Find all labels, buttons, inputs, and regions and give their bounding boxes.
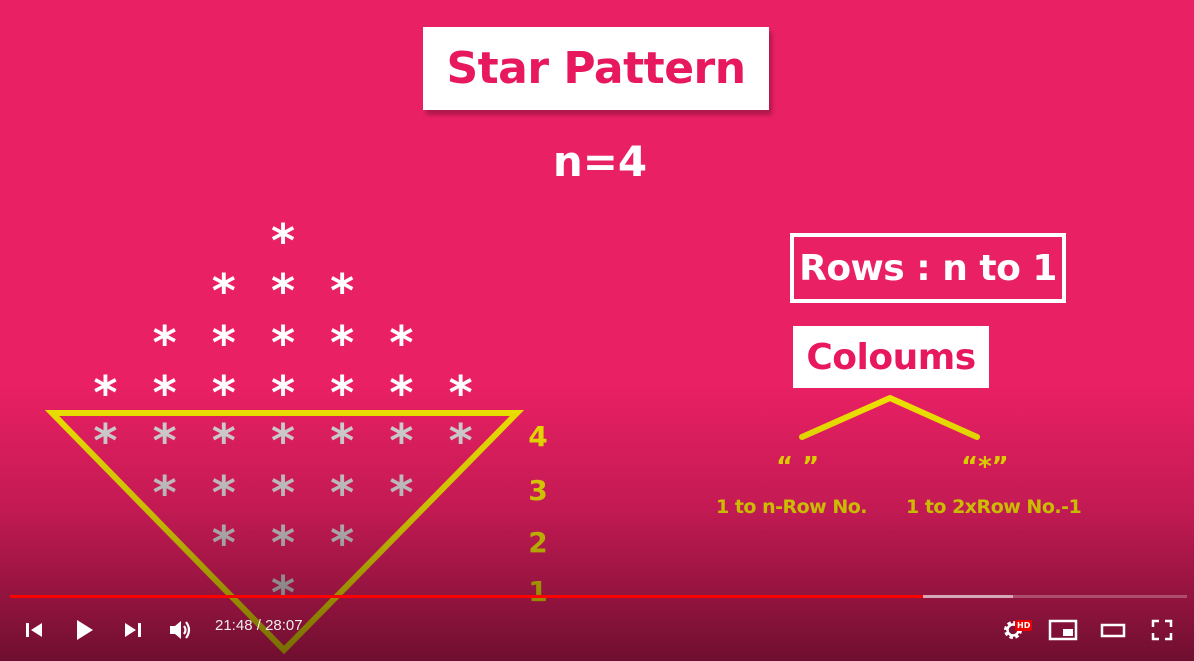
volume-button[interactable] bbox=[162, 610, 202, 650]
volume-icon bbox=[170, 621, 191, 639]
upper-pyramid-star: * bbox=[93, 366, 118, 420]
lower-pyramid-star: * bbox=[270, 466, 296, 520]
current-time: 21:48 bbox=[215, 617, 253, 634]
hd-badge: HD bbox=[1015, 620, 1033, 631]
lower-pyramid-star: * bbox=[330, 414, 355, 468]
upper-pyramid-star: * bbox=[389, 366, 414, 420]
lower-pyramid-star: * bbox=[330, 466, 355, 520]
upper-pyramid-star: * bbox=[270, 264, 296, 318]
upper-pyramid-star: * bbox=[330, 264, 355, 318]
next-icon bbox=[125, 623, 141, 637]
play-button[interactable] bbox=[64, 610, 104, 650]
lower-pyramid-star: * bbox=[389, 466, 414, 520]
upper-pyramid-star: * bbox=[152, 316, 177, 370]
lower-pyramid-star: * bbox=[152, 466, 177, 520]
lower-pyramid-star: * bbox=[270, 516, 296, 570]
star-pattern: * * * * * * * * * * * * * * * * * * * * * * * * * * * * * * * * bbox=[0, 0, 1194, 661]
upper-pyramid-star: * bbox=[152, 366, 177, 420]
theater-mode-button[interactable] bbox=[1093, 610, 1133, 650]
lower-pyramid-star: * bbox=[389, 414, 414, 468]
lower-pyramid-star: * bbox=[211, 414, 236, 468]
lower-pyramid-star: * bbox=[448, 414, 473, 468]
upper-pyramid-star: * bbox=[211, 316, 236, 370]
fullscreen-button[interactable] bbox=[1142, 610, 1182, 650]
time-display: 21:48 / 28:07 bbox=[215, 617, 303, 634]
played-bar bbox=[10, 595, 924, 598]
miniplayer-icon bbox=[1048, 619, 1078, 641]
lower-pyramid-star: * bbox=[152, 414, 177, 468]
theater-icon bbox=[1100, 623, 1126, 638]
upper-pyramid-star: * bbox=[211, 264, 236, 318]
lower-pyramid-star: * bbox=[93, 414, 118, 468]
previous-icon bbox=[26, 623, 42, 637]
upper-pyramid-star: * bbox=[389, 316, 414, 370]
upper-pyramid-star: * bbox=[330, 316, 355, 370]
video-player[interactable]: Star Pattern n=4 Rows : n to 1 Coloums “… bbox=[0, 0, 1194, 661]
next-button[interactable] bbox=[113, 610, 153, 650]
lower-pyramid-star: * bbox=[211, 466, 236, 520]
play-icon bbox=[77, 620, 93, 640]
upper-pyramid-star: * bbox=[211, 366, 236, 420]
video-frame: Star Pattern n=4 Rows : n to 1 Coloums “… bbox=[0, 0, 1194, 661]
upper-pyramid-star: * bbox=[270, 316, 296, 370]
lower-pyramid-star: * bbox=[211, 516, 236, 570]
previous-button[interactable] bbox=[14, 610, 54, 650]
lower-pyramid-star: * bbox=[330, 516, 355, 570]
upper-pyramid-star: * bbox=[270, 214, 296, 268]
miniplayer-button[interactable] bbox=[1043, 610, 1083, 650]
upper-pyramid-star: * bbox=[448, 366, 473, 420]
lower-pyramid-star: * bbox=[270, 414, 296, 468]
upper-pyramid-star: * bbox=[330, 366, 355, 420]
player-controls: 21:48 / 28:07 bbox=[0, 595, 1194, 661]
upper-pyramid-star: * bbox=[270, 366, 296, 420]
progress-bar[interactable] bbox=[10, 595, 1187, 598]
duration: 28:07 bbox=[265, 617, 303, 634]
fullscreen-icon bbox=[1151, 619, 1173, 641]
